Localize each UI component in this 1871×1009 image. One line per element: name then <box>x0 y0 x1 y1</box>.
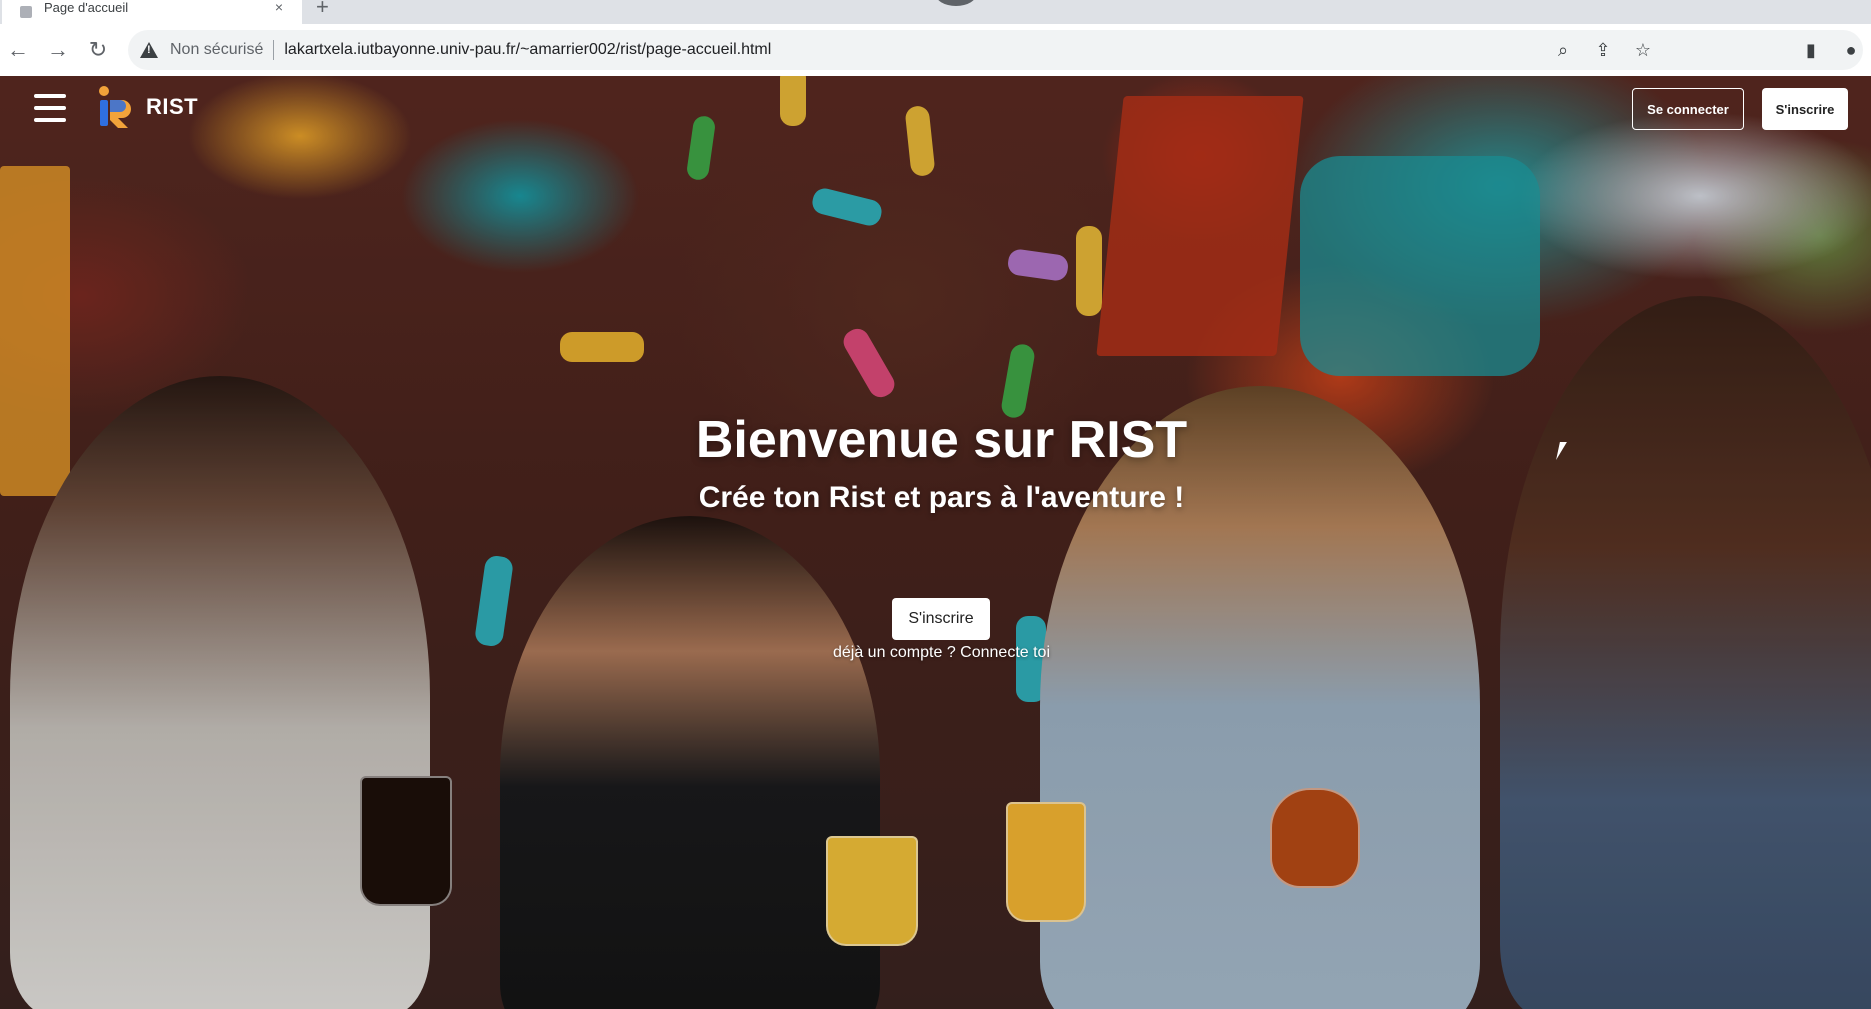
browser-toolbar: ← → ↻ Non sécurisé lakartxela.iutbayonne… <box>0 24 1871 76</box>
brand-name[interactable]: RIST <box>146 94 198 120</box>
tabstrip-profile-icon[interactable] <box>935 0 977 6</box>
address-separator <box>273 40 275 60</box>
site-navbar: RIST Se connecter S'inscrire <box>0 76 1871 142</box>
browser-tab[interactable]: Page d'accueil × <box>2 0 302 24</box>
omnibox-actions: ⌕ ⇪ ☆ <box>1543 30 1663 70</box>
rist-logo-icon[interactable] <box>98 86 134 128</box>
zoom-icon[interactable]: ⌕ <box>1543 30 1583 70</box>
side-panel-icon[interactable]: ▮ <box>1791 30 1831 70</box>
login-hint: déjà un compte ? Connecte toi <box>0 644 1871 662</box>
reload-icon[interactable]: ↻ <box>78 30 118 70</box>
bookmark-star-icon[interactable]: ☆ <box>1623 30 1663 70</box>
signup-nav-button[interactable]: S'inscrire <box>1762 88 1848 130</box>
address-bar[interactable]: Non sécurisé lakartxela.iutbayonne.univ-… <box>128 30 1863 70</box>
url-text[interactable]: lakartxela.iutbayonne.univ-pau.fr/~amarr… <box>284 41 771 59</box>
browser-tabstrip: Page d'accueil × + <box>0 0 1871 24</box>
hero-title: Bienvenue sur RIST <box>695 411 1188 469</box>
connect-link[interactable]: Connecte toi <box>960 644 1050 661</box>
not-secure-warning-icon[interactable] <box>140 42 158 58</box>
hamburger-menu-icon[interactable] <box>34 94 66 122</box>
login-button[interactable]: Se connecter <box>1632 88 1744 130</box>
tab-close-icon[interactable]: × <box>270 0 288 15</box>
hero-overlay <box>0 76 1871 1009</box>
new-tab-button[interactable]: + <box>316 0 329 20</box>
security-label[interactable]: Non sécurisé <box>170 41 263 59</box>
tab-title: Page d'accueil <box>44 0 129 15</box>
profile-avatar-icon[interactable]: ● <box>1831 30 1871 70</box>
hero-subtitle: Crée ton Rist et pars à l'aventure ! <box>698 481 1185 514</box>
back-icon[interactable]: ← <box>0 30 38 70</box>
toolbar-right: ▮ ● <box>1791 30 1871 70</box>
hero-signup-button[interactable]: S'inscrire <box>892 598 990 640</box>
forward-icon[interactable]: → <box>38 30 78 70</box>
share-icon[interactable]: ⇪ <box>1583 30 1623 70</box>
favicon-icon <box>20 6 32 18</box>
page-viewport: RIST Se connecter S'inscrire Bienvenue s… <box>0 76 1871 1009</box>
login-hint-prefix: déjà un compte ? <box>832 644 961 661</box>
